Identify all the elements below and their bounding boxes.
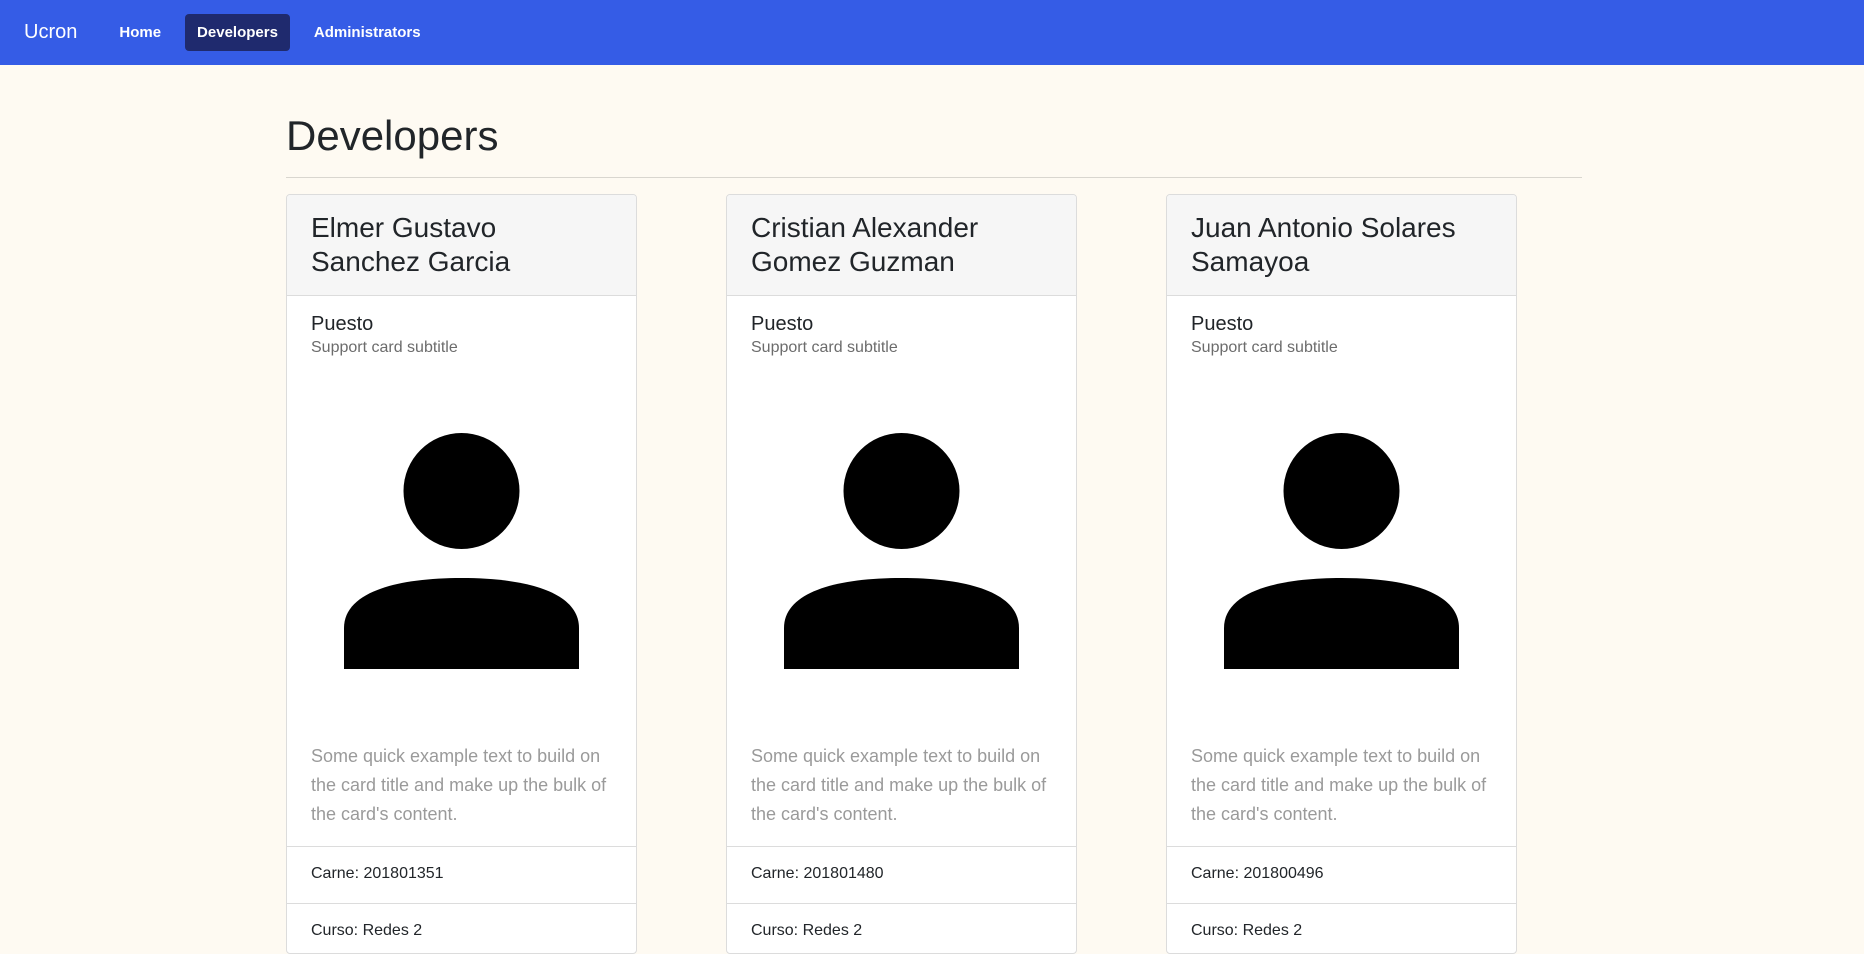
title-divider [286, 177, 1582, 178]
card-carne: Carne: 201801351 [287, 846, 636, 903]
card-title: Juan Antonio Solares Samayoa [1191, 212, 1456, 277]
card-role: Puesto [1191, 313, 1254, 335]
card-carne: Carne: 201801480 [727, 846, 1076, 903]
card-header: Juan Antonio Solares Samayoa [1167, 195, 1516, 296]
developer-card: Cristian Alexander Gomez Guzman Puesto S… [726, 194, 1077, 954]
card-body: Puesto Support card subtitle Some quick … [1167, 296, 1516, 846]
page-title: Developers [286, 112, 499, 159]
developer-card: Elmer Gustavo Sanchez Garcia Puesto Supp… [286, 194, 637, 954]
person-icon [344, 433, 579, 669]
card-text: Some quick example text to build on the … [1191, 746, 1487, 824]
brand-logo[interactable]: Ucron [24, 21, 77, 44]
navbar: Ucron Home Developers Administrators [0, 0, 1864, 65]
card-carne: Carne: 201800496 [1167, 846, 1516, 903]
person-icon [784, 433, 1019, 669]
card-role: Puesto [311, 313, 374, 335]
card-subtitle: Support card subtitle [311, 339, 458, 356]
card-body: Puesto Support card subtitle Some quick … [287, 296, 636, 846]
card-curso: Curso: Redes 2 [1167, 903, 1516, 953]
card-title: Elmer Gustavo Sanchez Garcia [311, 212, 511, 277]
nav-link-developers[interactable]: Developers [185, 14, 290, 51]
card-body: Puesto Support card subtitle Some quick … [727, 296, 1076, 846]
card-subtitle: Support card subtitle [751, 339, 898, 356]
card-text: Some quick example text to build on the … [311, 746, 607, 824]
card-subtitle: Support card subtitle [1191, 339, 1338, 356]
nav-link-administrators[interactable]: Administrators [302, 14, 433, 51]
card-curso: Curso: Redes 2 [727, 903, 1076, 953]
developer-card: Juan Antonio Solares Samayoa Puesto Supp… [1166, 194, 1517, 954]
card-header: Elmer Gustavo Sanchez Garcia [287, 195, 636, 296]
person-icon [1224, 433, 1459, 669]
card-curso: Curso: Redes 2 [287, 903, 636, 953]
card-title: Cristian Alexander Gomez Guzman [751, 212, 979, 277]
card-text: Some quick example text to build on the … [751, 746, 1047, 824]
card-header: Cristian Alexander Gomez Guzman [727, 195, 1076, 296]
nav-link-home[interactable]: Home [107, 14, 173, 51]
card-role: Puesto [751, 313, 814, 335]
